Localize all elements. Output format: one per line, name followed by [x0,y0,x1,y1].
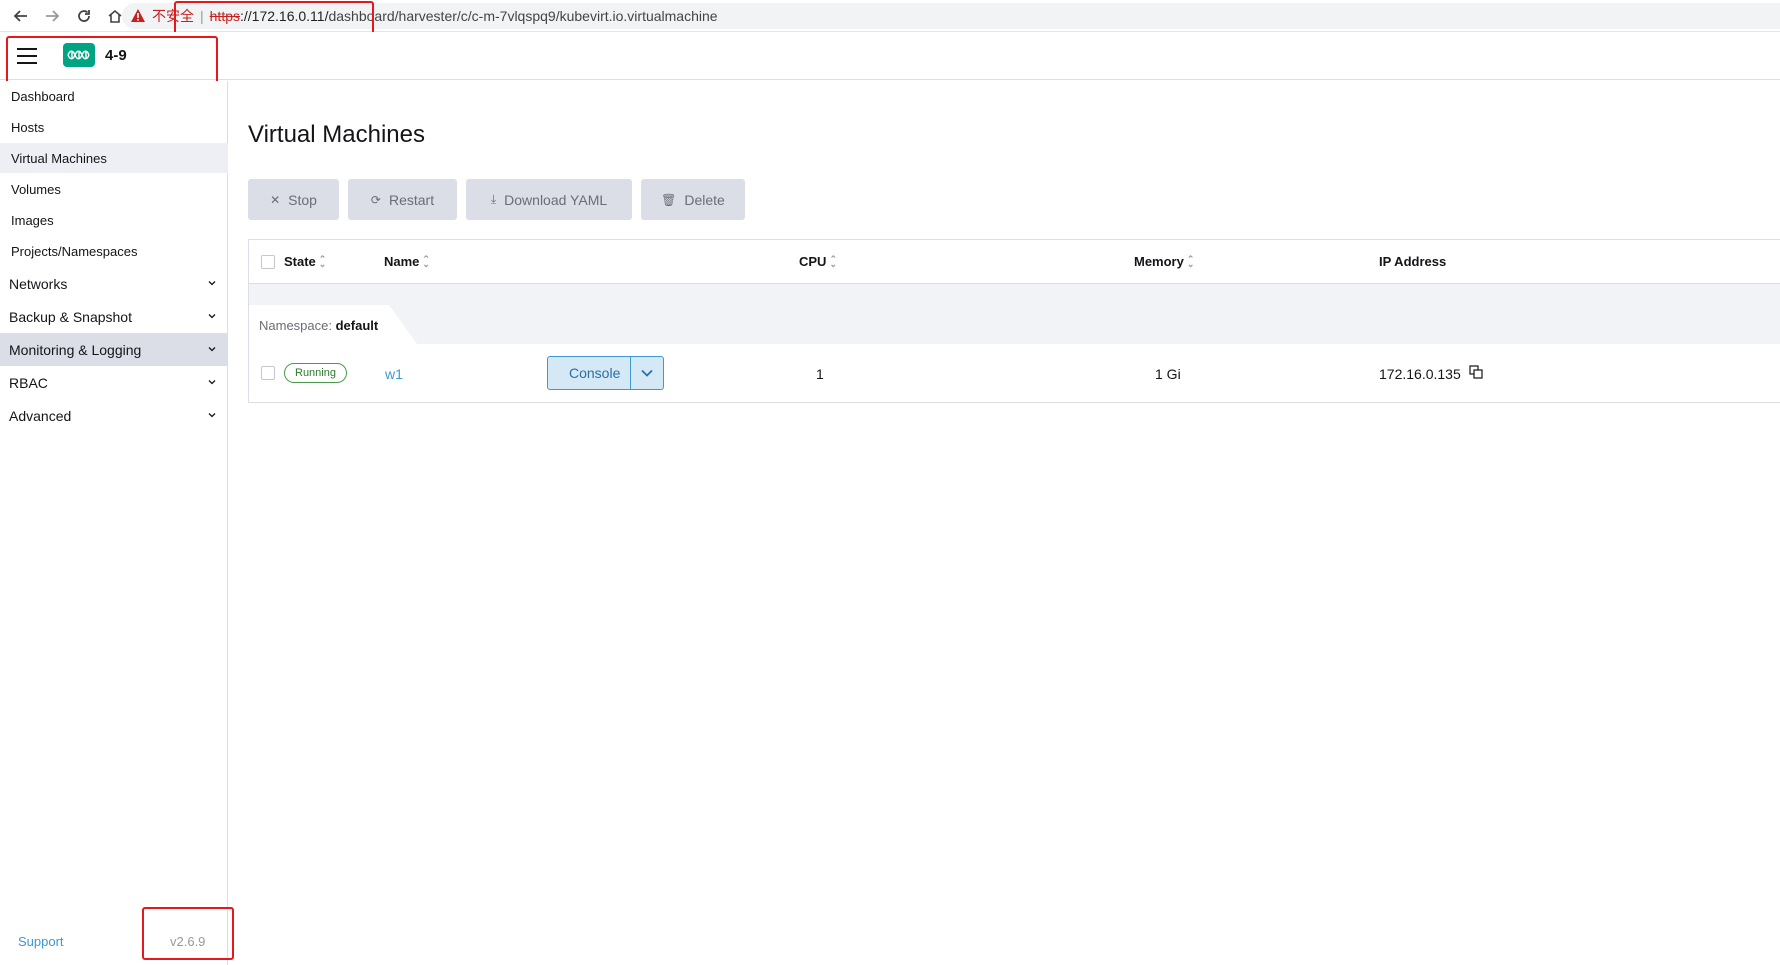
sort-icon: ⌃ ⌄ [829,253,837,269]
cpu-cell: 1 [816,366,824,382]
delete-button[interactable]: 🗑 Delete [641,179,745,220]
restart-button[interactable]: ⟳ Restart [348,179,457,220]
reload-icon[interactable] [73,5,95,27]
chevron-down-icon [208,347,216,352]
sidebar-item-label: Virtual Machines [11,150,107,166]
chevron-down-icon [208,314,216,319]
sidebar-item-virtual-machines[interactable]: Virtual Machines [0,143,228,173]
copy-icon[interactable] [1469,365,1483,379]
chevron-down-icon[interactable] [641,368,653,378]
app-header: 4-9 [0,32,1780,80]
vm-name-link[interactable]: w1 [385,366,403,382]
download-yaml-button-label: Download YAML [504,191,608,208]
sidebar-group-advanced[interactable]: Advanced [0,399,228,432]
sidebar-item-label: Volumes [11,181,61,197]
column-header-ip-address: IP Address [1379,254,1446,269]
sidebar-item-images[interactable]: Images [0,205,228,235]
sidebar-group-label: Advanced [9,407,72,424]
stop-button-label: Stop [288,191,317,208]
console-button[interactable]: Console [547,356,664,390]
column-header-label: Name [384,254,420,269]
sort-icon: ⌃ ⌄ [318,253,327,269]
memory-cell: 1 Gi [1155,366,1181,382]
url-path: dashboard/harvester/c/c-m-7vlqspq9/kubev… [328,8,718,24]
sidebar-group-label: Monitoring & Logging [9,341,142,358]
vm-table: State ⌃ ⌄ Name ⌃ ⌄ CPU ⌃ ⌄ Memory ⌃ ⌄ IP Add… [248,239,1780,403]
refresh-icon: ⟳ [370,192,381,207]
column-header-label: Memory [1134,254,1184,269]
sidebar-item-hosts[interactable]: Hosts [0,112,228,142]
column-header-memory[interactable]: Memory ⌃ ⌄ [1134,254,1194,269]
console-button-label: Console [569,365,621,381]
namespace-name: default [335,318,379,333]
namespace-group-label: Namespace: default [259,318,378,333]
back-icon[interactable] [10,5,32,27]
sidebar: Dashboard Hosts Virtual Machines Volumes… [0,81,228,965]
sort-icon: ⌃ ⌄ [422,253,430,269]
sidebar-item-label: Dashboard [11,88,75,104]
select-all-checkbox[interactable] [261,255,275,269]
table-header: State ⌃ ⌄ Name ⌃ ⌄ CPU ⌃ ⌄ Memory ⌃ ⌄ IP Add… [249,240,1780,284]
support-link[interactable]: Support [18,934,64,949]
warning-icon [131,9,145,22]
column-header-label: IP Address [1379,254,1447,269]
console-split-divider [630,357,631,389]
sidebar-item-dashboard[interactable]: Dashboard [0,81,228,111]
sidebar-item-projects-namespaces[interactable]: Projects/Namespaces [0,236,228,266]
sidebar-group-label: Backup & Snapshot [9,308,132,325]
sidebar-item-label: Hosts [11,119,45,135]
trash-icon: 🗑 [661,192,677,207]
page-title: Virtual Machines [248,121,425,148]
namespace-group-row: Namespace: default [249,284,1780,344]
column-header-cpu[interactable]: CPU ⌃ ⌄ [799,254,837,269]
download-icon: ⤓ [490,192,497,206]
restart-button-label: Restart [388,191,435,208]
column-header-label: CPU [799,254,827,269]
column-header-label: State [284,254,316,269]
chevron-down-icon [208,413,216,418]
download-yaml-button[interactable]: ⤓ Download YAML [466,179,632,220]
sidebar-item-volumes[interactable]: Volumes [0,174,228,204]
column-header-name[interactable]: Name ⌃ ⌄ [384,254,430,269]
sidebar-item-label: Images [11,212,54,228]
stop-button[interactable]: ✕ Stop [248,179,339,220]
sort-icon: ⌃ ⌄ [1186,253,1195,269]
sidebar-group-backup-snapshot[interactable]: Backup & Snapshot [0,300,228,333]
forward-icon[interactable] [41,5,63,27]
namespace-prefix: Namespace: [259,318,332,333]
status-badge: Running [284,363,347,383]
sidebar-group-monitoring-logging[interactable]: Monitoring & Logging [0,333,228,366]
sidebar-item-label: Projects/Namespaces [11,243,138,259]
ip-address-cell: 172.16.0.135 [1379,366,1461,382]
sidebar-group-label: RBAC [9,374,48,391]
chevron-down-icon [208,380,216,385]
row-checkbox[interactable] [261,366,275,380]
chevron-down-icon [208,281,216,286]
sidebar-group-networks[interactable]: Networks [0,267,228,300]
delete-button-label: Delete [684,191,725,208]
column-header-state[interactable]: State ⌃ ⌄ [284,254,326,269]
close-icon: ✕ [270,192,281,207]
sidebar-group-label: Networks [9,275,68,292]
table-row: Running w1 Console 1 1 Gi 172.16.0.135 [249,344,1780,403]
sidebar-group-rbac[interactable]: RBAC [0,366,228,399]
annotation-box-version [142,907,234,960]
